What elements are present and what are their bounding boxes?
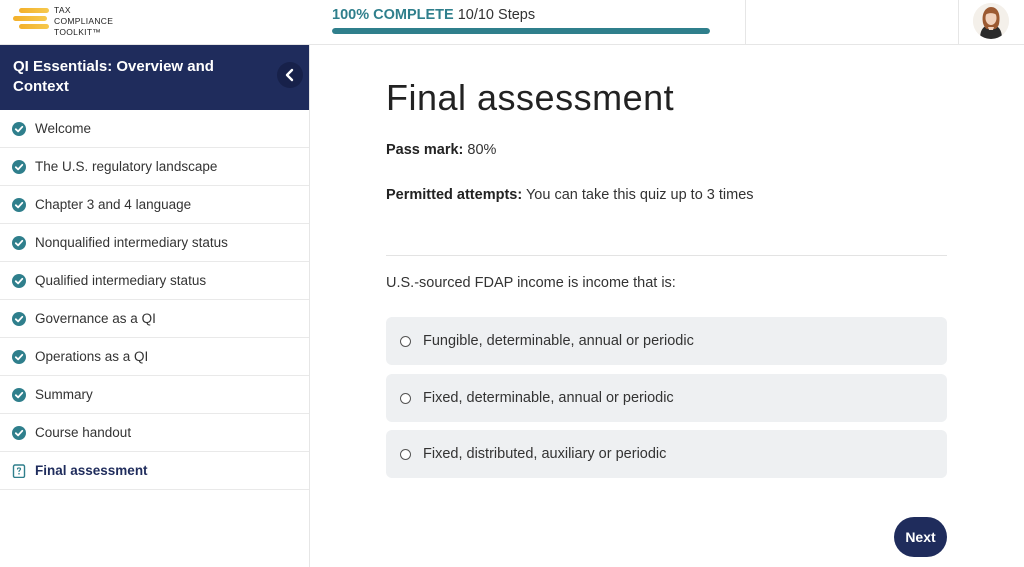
sidebar-item-operations[interactable]: Operations as a QI — [0, 338, 309, 376]
progress-bar — [332, 28, 710, 34]
check-circle-icon — [12, 350, 26, 364]
question-text: U.S.-sourced FDAP income is income that … — [386, 275, 676, 291]
course-title: QI Essentials: Overview and Context — [13, 58, 214, 95]
sidebar-item-label: The U.S. regulatory landscape — [35, 159, 218, 174]
next-button[interactable]: Next — [894, 517, 947, 557]
logo-line-3: TOOLKIT™ — [54, 27, 102, 37]
collapse-sidebar-button[interactable] — [277, 62, 303, 88]
sidebar-item-final-assessment[interactable]: Final assessment — [0, 452, 309, 490]
logo-wordmark: TAX COMPLIANCE TOOLKIT™ — [54, 5, 113, 38]
page-title: Final assessment — [386, 77, 675, 118]
sidebar-item-regulatory-landscape[interactable]: The U.S. regulatory landscape — [0, 148, 309, 186]
logo-line-1: TAX — [54, 5, 71, 15]
header-divider — [958, 0, 959, 45]
sidebar-item-course-handout[interactable]: Course handout — [0, 414, 309, 452]
answer-option-label: Fixed, distributed, auxiliary or periodi… — [423, 446, 667, 462]
course-progress: 100% COMPLETE 10/10 Steps — [332, 6, 712, 34]
progress-text: 100% COMPLETE 10/10 Steps — [332, 6, 712, 24]
answer-option-label: Fixed, determinable, annual or periodic — [423, 390, 674, 406]
sidebar-item-qi-status[interactable]: Qualified intermediary status — [0, 262, 309, 300]
permitted-attempts: Permitted attempts: You can take this qu… — [386, 186, 754, 204]
sidebar-item-governance[interactable]: Governance as a QI — [0, 300, 309, 338]
user-avatar[interactable] — [973, 3, 1009, 39]
sidebar-item-label: Summary — [35, 387, 93, 402]
sidebar-item-label: Course handout — [35, 425, 132, 440]
answer-option[interactable]: Fixed, distributed, auxiliary or periodi… — [386, 430, 947, 478]
sidebar-item-label: Qualified intermediary status — [35, 273, 207, 288]
sidebar-item-nqi-status[interactable]: Nonqualified intermediary status — [0, 224, 309, 262]
progress-bar-fill — [332, 28, 710, 34]
answer-option[interactable]: Fungible, determinable, annual or period… — [386, 317, 947, 365]
check-circle-icon — [12, 160, 26, 174]
sidebar-item-label: Operations as a QI — [35, 349, 149, 364]
sidebar-item-label: Governance as a QI — [35, 311, 156, 326]
sidebar-item-welcome[interactable]: Welcome — [0, 110, 309, 148]
pass-mark-value: 80% — [467, 142, 497, 158]
progress-percent: 100% COMPLETE — [332, 7, 454, 23]
answer-option[interactable]: Fixed, determinable, annual or periodic — [386, 374, 947, 422]
check-circle-icon — [12, 274, 26, 288]
sidebar-item-chapter-3-4[interactable]: Chapter 3 and 4 language — [0, 186, 309, 224]
attempts-value: You can take this quiz up to 3 times — [525, 187, 754, 203]
header-divider — [745, 0, 746, 45]
sidebar-item-label: Chapter 3 and 4 language — [35, 197, 192, 212]
check-circle-icon — [12, 388, 26, 402]
check-circle-icon — [12, 198, 26, 212]
pass-mark: Pass mark: 80% — [386, 141, 496, 159]
section-divider — [386, 255, 947, 256]
radio-button[interactable] — [400, 336, 411, 347]
sidebar-item-label: Welcome — [35, 121, 92, 136]
radio-button[interactable] — [400, 393, 411, 404]
progress-steps: 10/10 Steps — [457, 7, 536, 23]
check-circle-icon — [12, 426, 26, 440]
attempts-label: Permitted attempts: — [386, 187, 523, 203]
logo-mark-icon — [13, 8, 53, 34]
answer-option-label: Fungible, determinable, annual or period… — [423, 333, 694, 349]
brand-logo[interactable]: TAX COMPLIANCE TOOLKIT™ — [13, 5, 123, 39]
logo-line-2: COMPLIANCE — [54, 16, 114, 26]
check-circle-icon — [12, 312, 26, 326]
chevron-left-icon — [285, 68, 294, 82]
sidebar-item-label: Final assessment — [35, 463, 148, 478]
lesson-list: Welcome The U.S. regulatory landscape Ch… — [0, 110, 309, 490]
avatar-photo-icon — [973, 3, 1009, 39]
main-content: Final assessment Pass mark: 80% Permitte… — [311, 45, 1024, 567]
pass-mark-label: Pass mark: — [386, 142, 464, 158]
quiz-icon — [12, 464, 26, 478]
radio-button[interactable] — [400, 449, 411, 460]
check-circle-icon — [12, 236, 26, 250]
sidebar-item-summary[interactable]: Summary — [0, 376, 309, 414]
course-header: QI Essentials: Overview and Context — [0, 45, 309, 110]
check-circle-icon — [12, 122, 26, 136]
course-sidebar: QI Essentials: Overview and Context Welc… — [0, 45, 310, 567]
top-header: TAX COMPLIANCE TOOLKIT™ 100% COMPLETE 10… — [0, 0, 1024, 45]
sidebar-item-label: Nonqualified intermediary status — [35, 235, 228, 250]
